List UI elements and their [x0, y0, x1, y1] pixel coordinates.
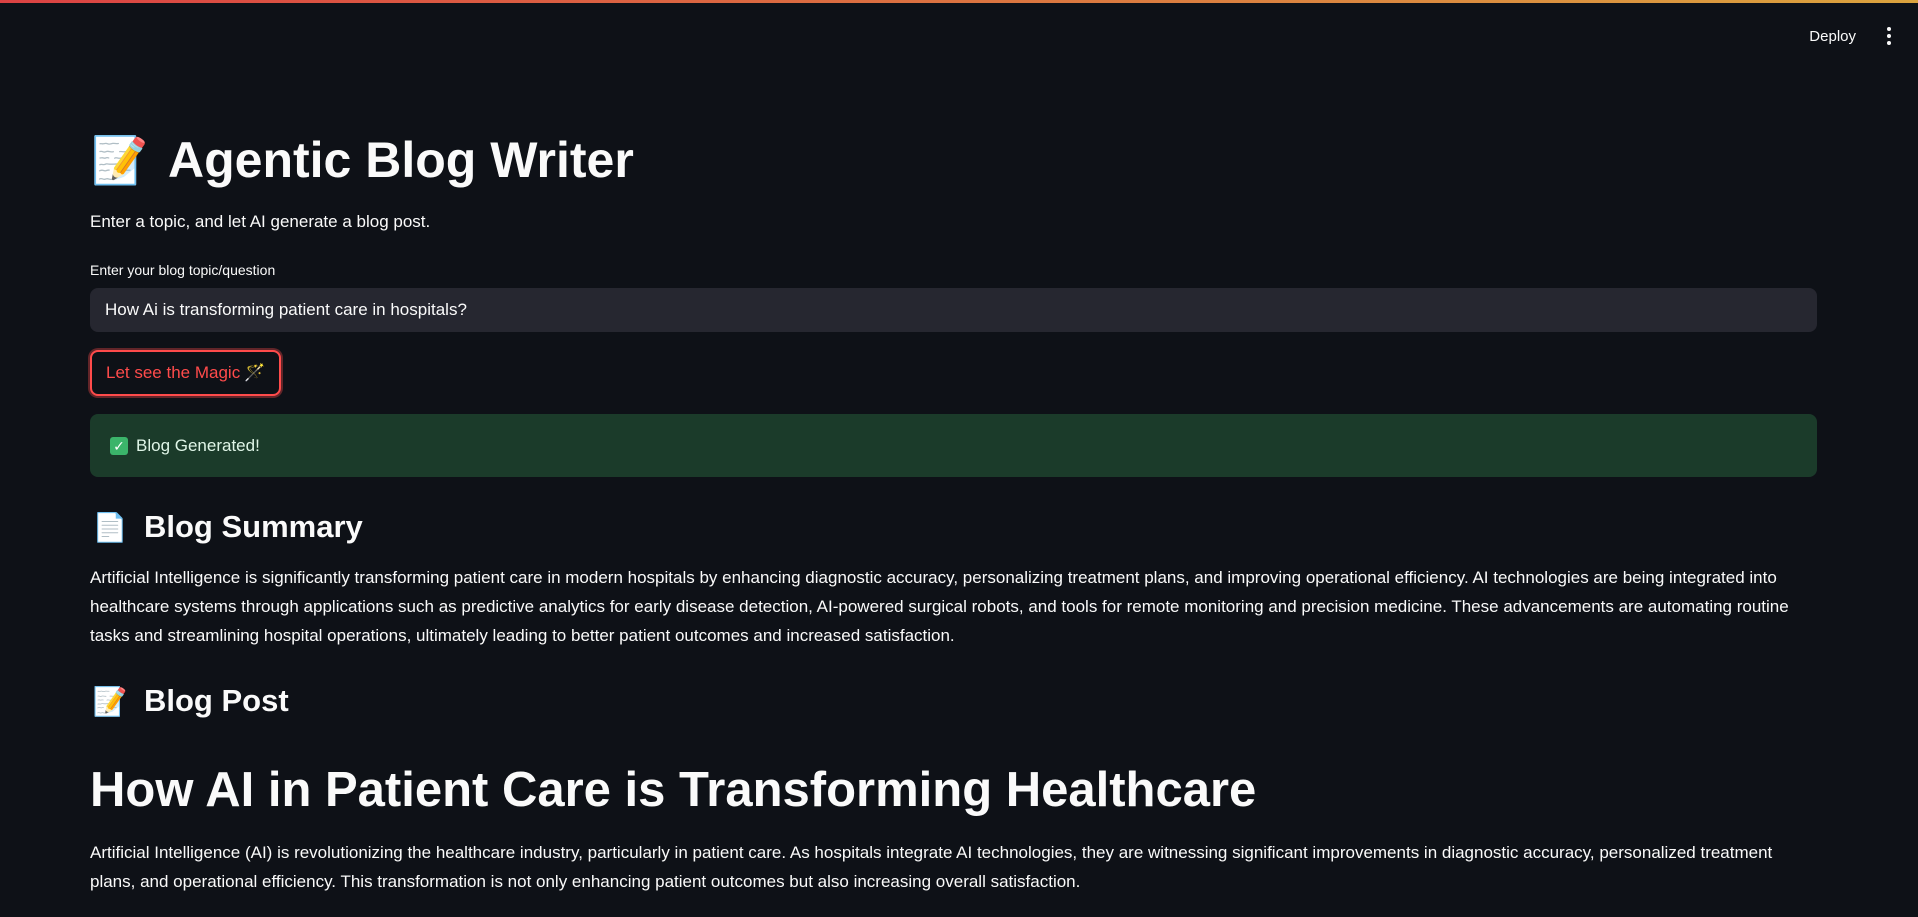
post-heading-text: Blog Post	[144, 683, 289, 718]
top-decoration-bar	[0, 0, 1918, 3]
page-subtitle: Enter a topic, and let AI generate a blo…	[90, 212, 431, 231]
kebab-dot	[1887, 34, 1891, 38]
success-message: Blog Generated!	[136, 435, 260, 455]
summary-heading-text: Blog Summary	[144, 509, 363, 544]
title-row: 📝 Agentic Blog Writer	[90, 130, 634, 190]
blog-post-title: How AI in Patient Care is Transforming H…	[90, 763, 1257, 817]
summary-text: Artificial Intelligence is significantly…	[90, 568, 1789, 645]
summary-heading: 📄 Blog Summary	[90, 507, 363, 547]
blog-post-intro: Artificial Intelligence (AI) is revoluti…	[90, 843, 1773, 891]
app-header: Deploy	[1799, 20, 1918, 52]
generate-button[interactable]: Let see the Magic 🪄	[90, 350, 282, 396]
post-heading: 📝 Blog Post	[90, 681, 289, 721]
memo-icon: 📝	[91, 134, 149, 186]
document-icon: 📄	[92, 511, 128, 543]
topic-input[interactable]	[90, 288, 1817, 332]
kebab-dot	[1887, 27, 1891, 31]
check-icon: ✓	[110, 436, 128, 455]
success-alert: ✓ Blog Generated!	[90, 414, 1817, 477]
generate-button-label: Let see the Magic	[106, 363, 241, 382]
deploy-button[interactable]: Deploy	[1799, 22, 1866, 51]
magic-wand-icon: 🪄	[244, 363, 266, 382]
kebab-menu-icon[interactable]	[1878, 21, 1900, 51]
memo-icon: 📝	[92, 685, 128, 717]
page-title: Agentic Blog Writer	[168, 132, 634, 188]
topic-field-label: Enter your blog topic/question	[90, 262, 276, 278]
kebab-dot	[1887, 41, 1891, 45]
